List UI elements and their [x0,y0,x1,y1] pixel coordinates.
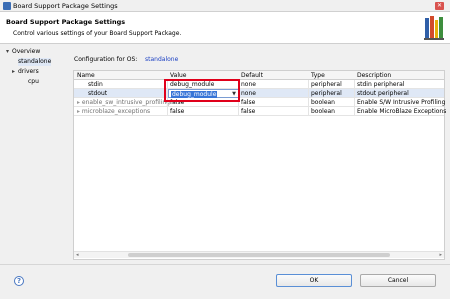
settings-table: Name Value Default Type Description stdi… [73,70,447,260]
row-description: stdout peripheral [357,90,409,97]
col-header-value[interactable]: Value [170,72,186,79]
tree-item-drivers[interactable]: ▸ drivers [12,68,39,76]
tree-item-standalone[interactable]: standalone [18,58,52,66]
table-row[interactable]: stdin debug_module none peripheral stdin… [74,80,444,89]
table-row[interactable]: ▸ enable_sw_intrusive_profiling false fa… [74,98,446,107]
col-header-default[interactable]: Default [241,72,263,79]
header-subtitle: Control various settings of your Board S… [13,30,182,37]
bsp-tree: ▾ Overview standalone ▸ drivers cpu [6,48,68,258]
scroll-thumb[interactable] [128,253,390,257]
row-description: Enable S/W Intrusive Profiling [357,99,446,106]
dialog-header: Board Support Package Settings Control v… [0,12,450,44]
help-icon[interactable]: ? [14,276,24,286]
col-header-type[interactable]: Type [311,72,325,79]
row-name: ▸ microblaze_exceptions [77,108,151,115]
table-row[interactable]: ▸ microblaze_exceptions false false bool… [74,107,447,116]
table-header: Name Value Default Type Description [74,71,444,80]
row-type: peripheral [311,81,342,88]
row-value[interactable]: false [170,108,184,115]
table-row-selected[interactable]: stdout debug_module ▼ none peripheral st… [74,89,444,98]
row-name: ▸ enable_sw_intrusive_profiling [77,99,170,106]
close-icon[interactable]: ✕ [435,2,444,10]
col-header-name[interactable]: Name [77,72,95,79]
config-value: standalone [145,56,179,63]
ok-button[interactable]: OK [276,274,352,287]
column-divider [308,80,309,116]
annotation-highlight [164,79,240,102]
tree-item-cpu[interactable]: cpu [28,78,39,86]
books-icon [424,16,444,40]
window-title: Board Support Package Settings [13,2,118,10]
col-header-description[interactable]: Description [357,72,391,79]
column-divider [354,80,355,116]
row-description: stdin peripheral [357,81,405,88]
horizontal-scrollbar[interactable]: ◂ ▸ [74,251,444,258]
header-title: Board Support Package Settings [6,18,126,26]
row-default: false [241,108,256,115]
scroll-right-icon[interactable]: ▸ [439,252,442,258]
row-name: stdout [88,90,108,97]
config-label: Configuration for OS: [74,56,138,63]
row-type: boolean [311,108,335,115]
title-bar: Board Support Package Settings ✕ [0,0,450,12]
row-default: false [241,99,256,106]
scroll-left-icon[interactable]: ◂ [76,252,79,258]
app-icon [3,2,11,10]
cancel-button[interactable]: Cancel [360,274,436,287]
row-description: Enable MicroBlaze Exceptions [357,108,447,115]
footer-divider [0,264,450,265]
row-name: stdin [88,81,103,88]
row-type: boolean [311,99,335,106]
tree-item-overview[interactable]: ▾ Overview [6,48,40,56]
row-type: peripheral [311,90,342,97]
row-default: none [241,81,256,88]
row-default: none [241,90,256,97]
